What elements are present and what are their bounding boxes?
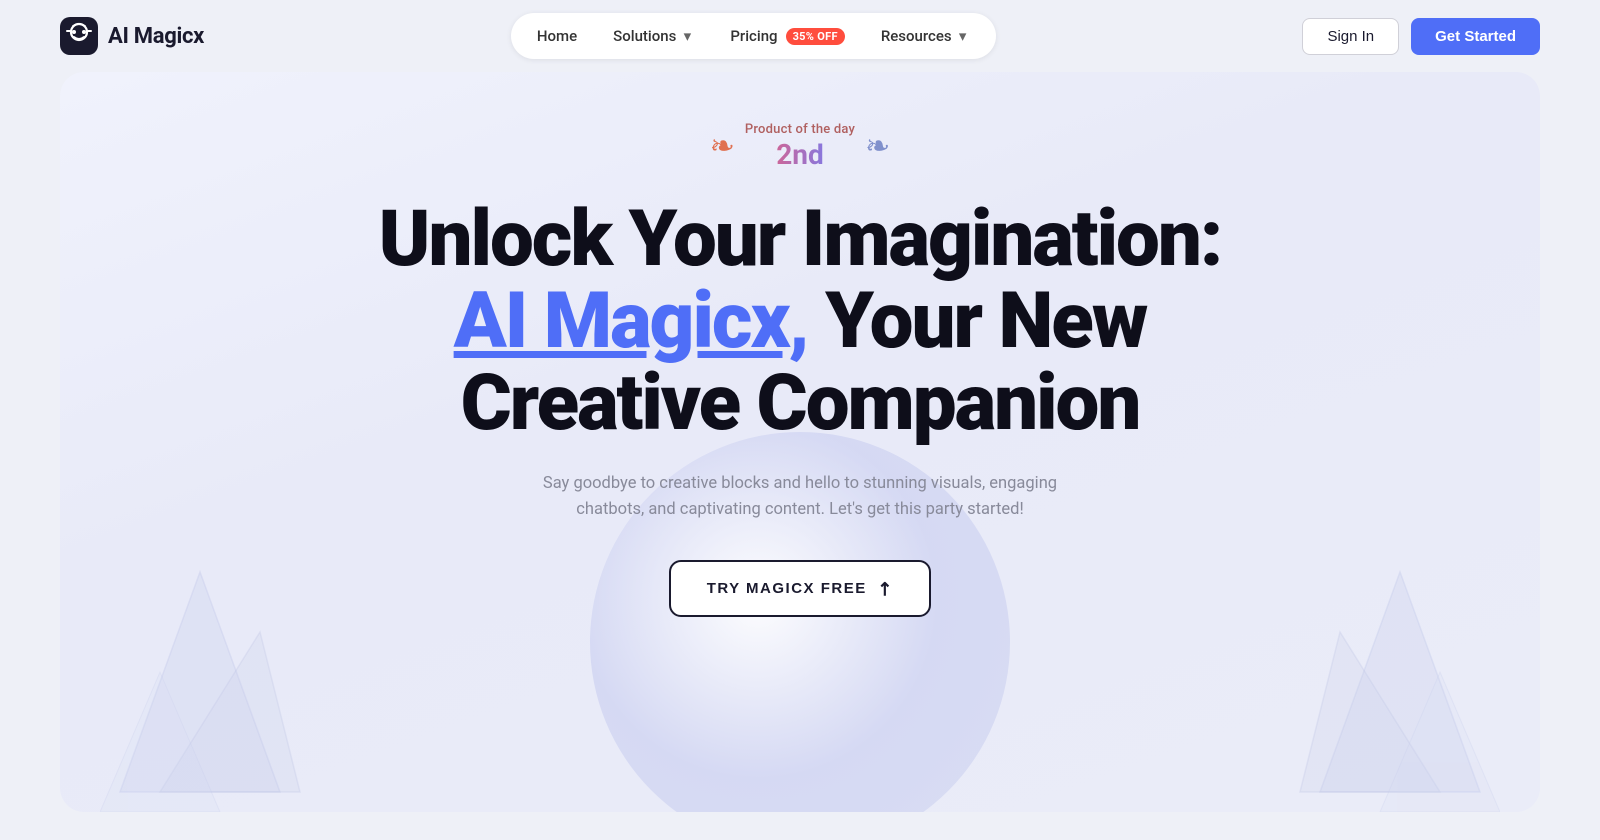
nav-pricing-label: Pricing <box>730 27 777 45</box>
nav-home-label: Home <box>537 27 577 45</box>
laurel-right-icon: ❧ <box>865 132 890 162</box>
nav-resources-label: Resources <box>881 27 952 45</box>
hero-content: ❧ Product of the day 2nd ❧ Unlock Your I… <box>379 122 1222 617</box>
navbar: AI Magicx Home Solutions ▾ Pricing 35% O… <box>0 0 1600 72</box>
headline-highlight: AI Magicx, <box>454 276 808 367</box>
nav-item-resources[interactable]: Resources ▾ <box>865 19 986 53</box>
laurel-left-icon: ❧ <box>710 132 735 162</box>
arrow-icon: ↗ <box>872 575 899 602</box>
nav-item-pricing[interactable]: Pricing 35% OFF <box>714 19 860 53</box>
nav-solutions-label: Solutions <box>613 27 676 45</box>
headline-line1: Unlock Your Imagination: <box>379 194 1222 285</box>
headline-line4: Creative Companion <box>461 358 1140 449</box>
pricing-discount-badge: 35% OFF <box>786 28 845 45</box>
badge-text: Product of the day 2nd <box>745 122 855 171</box>
hero-section: ❧ Product of the day 2nd ❧ Unlock Your I… <box>60 72 1540 812</box>
logo-text: AI Magicx <box>108 24 204 49</box>
product-of-day-badge: ❧ Product of the day 2nd ❧ <box>710 122 890 171</box>
product-day-rank: 2nd <box>776 138 824 172</box>
nav-menu: Home Solutions ▾ Pricing 35% OFF Resourc… <box>511 13 996 59</box>
nav-actions: Sign In Get Started <box>1302 18 1540 55</box>
bg-triangle-left <box>100 512 320 812</box>
headline-line3: Your New <box>825 276 1146 367</box>
logo[interactable]: AI Magicx <box>60 17 204 55</box>
bg-triangle-right <box>1280 512 1500 812</box>
logo-icon <box>60 17 98 55</box>
try-free-label: TRY MAGICX FREE <box>707 580 867 597</box>
nav-item-home[interactable]: Home <box>521 19 593 53</box>
product-day-label: Product of the day <box>745 122 855 138</box>
get-started-button[interactable]: Get Started <box>1411 18 1540 55</box>
hero-headline: Unlock Your Imagination: AI Magicx, Your… <box>379 199 1222 445</box>
nav-item-solutions[interactable]: Solutions ▾ <box>597 19 710 53</box>
hero-subtitle: Say goodbye to creative blocks and hello… <box>520 471 1080 524</box>
chevron-down-icon: ▾ <box>680 29 694 43</box>
try-free-button[interactable]: TRY MAGICX FREE ↗ <box>669 560 932 617</box>
sign-in-button[interactable]: Sign In <box>1302 18 1399 55</box>
chevron-down-icon-resources: ▾ <box>956 29 970 43</box>
